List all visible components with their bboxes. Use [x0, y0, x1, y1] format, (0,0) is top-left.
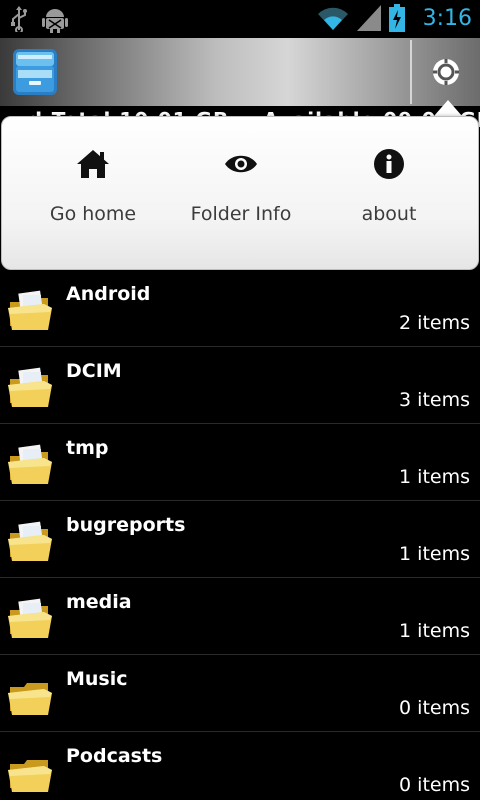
- menu-pointer: [434, 100, 462, 116]
- eye-icon: [225, 155, 257, 173]
- item-count: 0 items: [399, 697, 470, 719]
- folder-name: Music: [66, 668, 128, 690]
- list-item[interactable]: tmp 1 items: [0, 424, 480, 501]
- list-item[interactable]: bugreports 1 items: [0, 501, 480, 578]
- signal-icon: [356, 5, 381, 31]
- menu-item-label: Go home: [49, 203, 137, 225]
- menu-item-folder-info[interactable]: Folder Info: [166, 117, 316, 257]
- menu-item-label: about: [361, 203, 417, 225]
- list-item[interactable]: Android 2 items: [0, 270, 480, 347]
- home-icon: [77, 150, 109, 178]
- item-count: 1 items: [399, 543, 470, 565]
- list-item[interactable]: Music 0 items: [0, 655, 480, 732]
- info-icon: [374, 149, 404, 179]
- action-bar: [0, 38, 480, 106]
- menu-item-about[interactable]: about: [314, 117, 464, 257]
- folder-with-files-icon: [8, 290, 52, 330]
- item-count: 0 items: [399, 774, 470, 796]
- battery-charging-icon: [388, 4, 405, 32]
- folder-icon: [8, 683, 52, 715]
- list-item[interactable]: DCIM 3 items: [0, 347, 480, 424]
- list-item[interactable]: media 1 items: [0, 578, 480, 655]
- usb-icon: [11, 6, 27, 32]
- item-count: 2 items: [399, 312, 470, 334]
- status-bar: 3:16: [0, 0, 480, 38]
- folder-with-files-icon: [8, 521, 52, 561]
- folder-name: DCIM: [66, 360, 122, 382]
- item-count: 3 items: [399, 389, 470, 411]
- android-debug-icon: [42, 9, 68, 33]
- menu-item-label: Folder Info: [190, 203, 292, 225]
- folder-with-files-icon: [8, 598, 52, 638]
- folder-name: Podcasts: [66, 745, 163, 767]
- folder-icon: [8, 760, 52, 792]
- file-list: Android 2 items DCIM 3 items tmp 1 items: [0, 270, 480, 800]
- folder-with-files-icon: [8, 367, 52, 407]
- clock: 3:16: [422, 5, 472, 31]
- list-item[interactable]: Podcasts 0 items: [0, 732, 480, 800]
- quick-action-menu: Go home Folder Info about: [1, 116, 479, 270]
- menu-item-go-home[interactable]: Go home: [18, 117, 168, 257]
- folder-name: bugreports: [66, 514, 186, 536]
- item-count: 1 items: [399, 620, 470, 642]
- item-count: 1 items: [399, 466, 470, 488]
- file-cabinet-icon[interactable]: [12, 48, 58, 96]
- wifi-icon: [317, 7, 348, 30]
- folder-name: Android: [66, 283, 151, 305]
- settings-button[interactable]: [412, 38, 480, 106]
- folder-with-files-icon: [8, 444, 52, 484]
- folder-name: media: [66, 591, 132, 613]
- folder-name: tmp: [66, 437, 109, 459]
- settings-icon: [433, 59, 459, 85]
